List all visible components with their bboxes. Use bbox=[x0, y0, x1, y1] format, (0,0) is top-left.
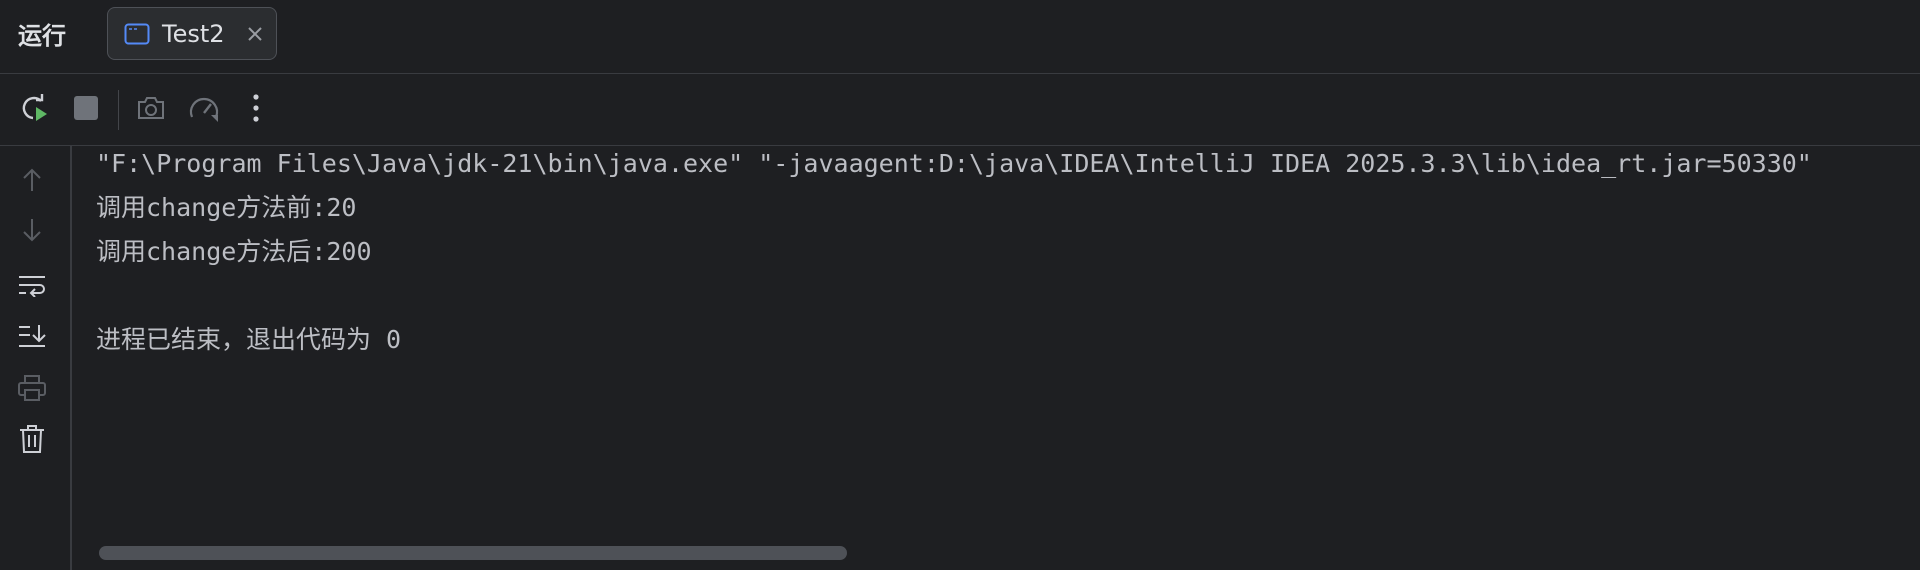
console-output[interactable]: "F:\Program Files\Java\jdk-21\bin\java.e… bbox=[72, 146, 1920, 546]
panel-title: 运行 bbox=[18, 22, 66, 50]
rerun-button[interactable] bbox=[15, 90, 55, 130]
arrow-up-icon bbox=[20, 167, 44, 197]
clear-all-button[interactable] bbox=[12, 421, 52, 461]
scroll-down-button[interactable] bbox=[12, 212, 52, 252]
horizontal-scrollbar[interactable] bbox=[72, 540, 1920, 562]
trash-icon bbox=[18, 424, 46, 458]
soft-wrap-icon bbox=[17, 273, 47, 301]
printer-icon bbox=[17, 374, 47, 406]
console-side-toolbar bbox=[0, 146, 72, 570]
camera-icon bbox=[136, 95, 166, 125]
scrollbar-thumb[interactable] bbox=[99, 546, 847, 560]
rerun-icon bbox=[19, 92, 51, 128]
vertical-dots-icon bbox=[251, 93, 261, 127]
stop-icon bbox=[73, 95, 99, 125]
more-options-button[interactable] bbox=[236, 90, 276, 130]
print-button[interactable] bbox=[12, 370, 52, 410]
scroll-up-button[interactable] bbox=[12, 162, 52, 202]
stop-button[interactable] bbox=[66, 90, 106, 130]
gauge-icon bbox=[187, 93, 221, 127]
run-panel-header: 运行 Test2 bbox=[0, 0, 1920, 74]
close-icon[interactable] bbox=[246, 25, 264, 43]
tab-label: Test2 bbox=[162, 20, 225, 48]
toolbar-separator bbox=[118, 90, 119, 130]
screenshot-button[interactable] bbox=[131, 90, 171, 130]
console-line: 进程已结束，退出代码为 0 bbox=[96, 325, 402, 354]
profiler-button[interactable] bbox=[184, 90, 224, 130]
console-window-icon bbox=[124, 23, 150, 45]
run-tool-window: 运行 Test2 "F:\Program Files\Java\jdk-21\b… bbox=[0, 0, 1920, 570]
console-line: 调用change方法后:200 bbox=[96, 237, 372, 266]
soft-wrap-button[interactable] bbox=[12, 267, 52, 307]
arrow-down-icon bbox=[20, 217, 44, 247]
console-line: "F:\Program Files\Java\jdk-21\bin\java.e… bbox=[96, 149, 1812, 178]
run-toolbar bbox=[0, 74, 1920, 146]
scroll-to-end-icon bbox=[17, 323, 47, 353]
scroll-to-end-button[interactable] bbox=[12, 318, 52, 358]
tab-test2[interactable]: Test2 bbox=[107, 7, 277, 60]
console-line: 调用change方法前:20 bbox=[96, 193, 357, 222]
